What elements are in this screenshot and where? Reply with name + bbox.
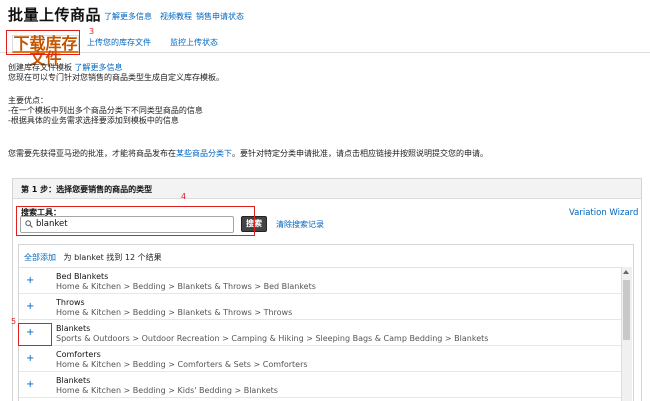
tab-upload-inventory-file[interactable]: 上传您的库存文件 — [87, 37, 151, 48]
item-title: Bed Blankets — [56, 272, 109, 281]
results-header: 全部添加 为 blanket 找到 12 个结果 — [24, 252, 162, 263]
tab-monitor-upload-status[interactable]: 监控上传状态 — [170, 37, 218, 48]
results-summary: 为 blanket 找到 12 个结果 — [63, 253, 162, 262]
item-path: Home & Kitchen > Bedding > Blankets & Th… — [56, 282, 316, 291]
approval-notice: 您需要先获得亚马逊的批准，才能将商品发布在某些商品分类下。要针对特定分类申请批准… — [8, 149, 488, 158]
item-path: Home & Kitchen > Bedding > Comforters & … — [56, 360, 308, 369]
scroll-up-arrow-icon[interactable] — [623, 270, 629, 274]
list-item: + Bed Blankets Home & Kitchen > Bedding … — [19, 268, 621, 294]
add-plus-icon[interactable]: + — [26, 379, 34, 390]
step-title: 第 1 步：选择您要销售的商品的类型 — [21, 185, 153, 194]
annotation-box-5 — [18, 323, 52, 346]
item-title: Blankets — [56, 376, 91, 385]
template-learn-more-link[interactable]: 了解更多信息 — [75, 63, 123, 72]
item-path: Sports & Outdoors > Outdoor Recreation >… — [56, 334, 489, 343]
annotation-number-4: 4 — [181, 192, 187, 201]
add-plus-icon[interactable]: + — [26, 301, 34, 312]
annotation-number-5: 5 — [11, 317, 17, 326]
list-item: + Blankets Sports & Outdoors > Outdoor R… — [19, 320, 621, 346]
list-item: + Throws Home & Kitchen > Bedding > Blan… — [19, 294, 621, 320]
item-path: Home & Kitchen > Bedding > Blankets & Th… — [56, 308, 293, 317]
scrollbar-thumb[interactable] — [623, 280, 630, 340]
annotation-box-3 — [6, 30, 80, 55]
item-path: Home & Kitchen > Bedding > Kids' Bedding… — [56, 386, 278, 395]
list-item: + Blankets Home & Kitchen > Bedding > Ki… — [19, 372, 621, 398]
item-title: Comforters — [56, 350, 101, 359]
intro-line-2: 您现在可以专门针对您销售的商品类型生成自定义库存模板。 — [8, 73, 224, 82]
clear-search-link[interactable]: 清除搜索记录 — [276, 219, 324, 230]
tabs-divider — [0, 52, 650, 53]
annotation-number-3: 3 — [89, 27, 95, 36]
video-tutorial-link[interactable]: 视频教程 — [160, 11, 192, 22]
add-plus-icon[interactable]: + — [26, 275, 34, 286]
annotation-box-4 — [16, 206, 255, 236]
variation-wizard-link[interactable]: Variation Wizard — [569, 208, 638, 218]
certain-categories-link[interactable]: 某些商品分类下 — [176, 149, 232, 158]
page-title: 批量上传商品 — [8, 6, 102, 24]
add-plus-icon[interactable]: + — [26, 353, 34, 364]
sales-application-status-link[interactable]: 销售申请状态 — [196, 11, 244, 22]
list-item: + Comforters Home & Kitchen > Bedding > … — [19, 346, 621, 372]
learn-more-link[interactable]: 了解更多信息 — [104, 11, 152, 22]
item-title: Blankets — [56, 324, 91, 333]
benefit-2: -根据具体的业务需求选择要添加到模板中的信息 — [8, 116, 179, 125]
results-list: + Bed Blankets Home & Kitchen > Bedding … — [19, 267, 621, 401]
item-title: Throws — [56, 298, 85, 307]
add-all-link[interactable]: 全部添加 — [24, 253, 56, 262]
